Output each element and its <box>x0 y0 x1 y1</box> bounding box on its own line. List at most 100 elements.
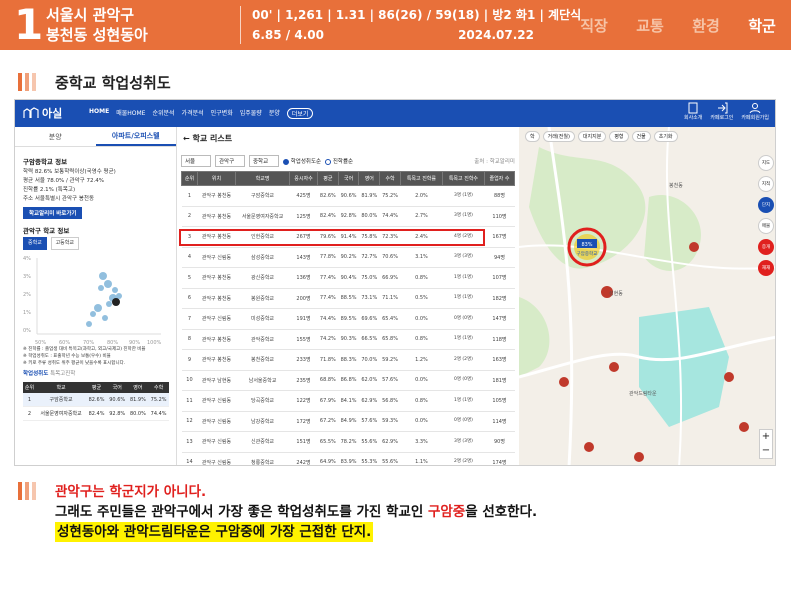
nav-presale[interactable]: 분양 <box>269 108 280 119</box>
table-row[interactable]: 5 관악구 봉천동 광신중학교 136명 77.4% 90.4% 75.0% 66.9% 0.8… <box>181 267 515 289</box>
map-reset-button[interactable]: 초기화 <box>653 131 678 142</box>
tag-work[interactable]: 직장 <box>566 0 622 50</box>
nav-population[interactable]: 인구변화 <box>211 108 233 119</box>
tag-school[interactable]: 학군 <box>734 0 790 50</box>
zoom-in-icon[interactable]: + <box>760 430 772 444</box>
table-row[interactable]: 14 관악구 신림동 청룡중학교 242명 64.9% 83.9% 55.3% 55.6% 1.… <box>181 452 515 465</box>
sort-achievement-radio[interactable]: 학업성취도순 <box>283 157 321 165</box>
table-cell: 0명 (0명) <box>442 370 485 391</box>
signup-icon[interactable]: 카페회원가입 <box>741 102 769 121</box>
chip-high-school[interactable]: 고등학교 <box>50 237 79 250</box>
table-row[interactable]: 9 관악구 봉천동 봉천중학교 233명 71.8% 88.3% 70.0% 59.2% 1.2… <box>181 349 515 371</box>
table-cell: 425명 <box>289 185 318 207</box>
column-header: 순위 <box>181 171 198 186</box>
table-cell: 7 <box>181 308 198 330</box>
zoom-control: + − <box>759 429 773 459</box>
tag-transport[interactable]: 교통 <box>622 0 678 50</box>
zoom-out-icon[interactable]: − <box>760 444 772 458</box>
svg-text:3%: 3% <box>23 274 31 280</box>
asil-screenshot: 아실 HOME 매물HOME 순위분석 가격분석 인구변화 입주물량 분양 더보… <box>14 99 776 466</box>
map-filter-building[interactable]: 건물 <box>631 131 651 142</box>
table-cell: 72.7% <box>358 247 380 268</box>
company-icon[interactable]: 회사소개 <box>684 102 702 121</box>
sort-advance-radio[interactable]: 진학률순 <box>325 157 353 165</box>
table-row[interactable]: 10 관악구 남현동 남서울중학교 235명 68.8% 86.8% 62.0% 57.6% 0… <box>181 370 515 391</box>
school-address-line: 주소 서울특별시 관악구 봉천동 <box>23 196 95 202</box>
table-row[interactable]: 8 관악구 봉천동 관악중학교 155명 74.2% 90.3% 66.5% 65.8% 0.8… <box>181 329 515 350</box>
back-arrow-icon[interactable]: ← <box>183 134 190 143</box>
cadastral-button[interactable]: 지적 <box>758 176 774 192</box>
stats-price: 6.85 / 4.00 <box>252 28 324 42</box>
table-cell: 56.8% <box>379 390 401 412</box>
table-cell: 74.2% <box>317 329 339 350</box>
table-cell: 235명 <box>289 370 318 391</box>
table-cell: 81.9% <box>358 185 380 207</box>
table-row[interactable]: 6 관악구 봉천동 봉원중학교 200명 77.4% 88.5% 73.1% 71.1% 0.5… <box>181 288 515 309</box>
school-average-line: 평균 서울 78.0% / 관악구 72.4% <box>23 178 104 184</box>
table-row[interactable]: 4 관악구 신림동 삼성중학교 143명 77.8% 90.2% 72.7% 70.6% 3.1… <box>181 247 515 268</box>
table-row[interactable]: 13 관악구 신림동 신관중학교 151명 65.5% 78.2% 55.6% 62.9% 3.… <box>181 431 515 453</box>
nav-sale-home[interactable]: 매물HOME <box>116 108 145 119</box>
chip-middle-school[interactable]: 중학교 <box>23 237 47 250</box>
map-filter-school[interactable]: 학 <box>525 131 540 142</box>
nav-ranking[interactable]: 순위분석 <box>152 108 174 119</box>
table-cell: 65.4% <box>379 308 401 330</box>
tab-presale[interactable]: 분양 <box>15 127 96 146</box>
table-cell: 광신중학교 <box>235 267 290 289</box>
map-view[interactable]: 83% 구암중학교 성현동 봉천동 관악드림타운 학 거래(전월) 대지지분 평… <box>519 127 775 465</box>
table-cell: 관악구 봉천동 <box>197 288 236 309</box>
map-layer-button[interactable]: 지도 <box>758 155 774 171</box>
tab-apartment[interactable]: 아파트/오피스텔 <box>95 127 176 146</box>
svg-text:70%: 70% <box>83 340 94 346</box>
table-cell: 5 <box>181 267 198 289</box>
table-row[interactable]: 2 서울문영여자중학교 82.4% 92.8% 80.0% 74.4% <box>23 406 169 421</box>
table-cell: 1명 (1명) <box>442 329 485 350</box>
table-row[interactable]: 11 관악구 신림동 당곡중학교 122명 67.9% 84.1% 62.9% 56.8% 0.… <box>181 390 515 412</box>
tag-environment[interactable]: 환경 <box>678 0 734 50</box>
complex-button[interactable]: 단지 <box>758 197 774 213</box>
table-row[interactable]: 2 관악구 봉천동 서울문영여자중학교 125명 82.4% 92.8% 80.0% 74.4… <box>181 206 515 227</box>
asil-navbar: 아실 HOME 매물HOME 순위분석 가격분석 인구변화 입주물량 분양 더보… <box>15 100 775 127</box>
caption-line-2: 그래도 주민들은 관악구에서 가장 좋은 학업성취도를 가진 학교인 구암중을 … <box>55 504 538 520</box>
table-cell: 서울문영여자중학교 <box>235 206 290 227</box>
complex-name: 봉천동 성현동아 <box>46 26 148 44</box>
nav-more-button[interactable]: 더보기 <box>286 108 314 119</box>
table-cell: 59.3% <box>379 411 401 432</box>
table-row[interactable]: 7 관악구 신림동 미성중학교 191명 74.4% 89.5% 69.6% 65.4% 0.0… <box>181 308 515 330</box>
redevelop-button[interactable]: 재재 <box>758 260 774 276</box>
nav-home[interactable]: HOME <box>89 108 109 119</box>
table-cell: 67.2% <box>317 411 339 432</box>
table-cell: 67.9% <box>317 390 339 412</box>
table-cell: 1.2% <box>400 349 443 371</box>
table-cell: 90.2% <box>338 247 359 268</box>
asil-logo[interactable]: 아실 <box>23 105 62 121</box>
broker-button[interactable]: 증개 <box>758 239 774 255</box>
nav-supply[interactable]: 입주물량 <box>240 108 262 119</box>
table-cell: 관악구 신림동 <box>197 390 236 412</box>
school-type-select[interactable]: 중학교 <box>249 155 279 167</box>
svg-text:83%: 83% <box>581 242 592 248</box>
table-cell: 3명 (1명) <box>442 206 485 227</box>
table-row[interactable]: 12 관악구 신림동 남강중학교 172명 67.2% 84.9% 57.6% 59.3% 0.… <box>181 411 515 432</box>
map-filter-size[interactable]: 평형 <box>609 131 629 142</box>
table-cell: 86.8% <box>338 370 359 391</box>
listing-button[interactable]: 매물 <box>758 218 774 234</box>
city-select[interactable]: 서울 <box>181 155 211 167</box>
map-filter-trade[interactable]: 거래(전월) <box>542 131 575 142</box>
login-icon[interactable]: 카페로그인 <box>710 102 733 121</box>
table-cell: 1명 (1명) <box>442 288 485 309</box>
chart-note-2: ※ 학업성취도 : 표출학년 수능 보통(우수) 비율 <box>23 354 111 359</box>
table-row[interactable]: 1 관악구 봉천동 구암중학교 425명 82.6% 90.6% 81.9% 75.2% 2.0… <box>181 185 515 207</box>
district-select[interactable]: 관악구 <box>215 155 245 167</box>
nav-price[interactable]: 가격분석 <box>182 108 204 119</box>
table-row[interactable]: 1 구암중학교 82.6% 90.6% 81.9% 75.2% <box>23 393 169 407</box>
chart-note-3: ※ 키로 주류 성취도 위주 평균이 낮을수록 표시합니다. <box>23 361 126 366</box>
svg-text:1%: 1% <box>23 310 31 316</box>
column-header: 응시자수 <box>289 171 318 186</box>
table-cell: 남강중학교 <box>235 411 290 432</box>
school-alimi-button[interactable]: 학교알리미 바로가기 <box>23 207 83 219</box>
achievement-label[interactable]: 학업성취도 <box>23 371 48 377</box>
table-cell: 0.8% <box>400 267 443 289</box>
advance-label[interactable]: 특목고진학 <box>50 371 75 377</box>
map-filter-land[interactable]: 대지지분 <box>577 131 607 142</box>
